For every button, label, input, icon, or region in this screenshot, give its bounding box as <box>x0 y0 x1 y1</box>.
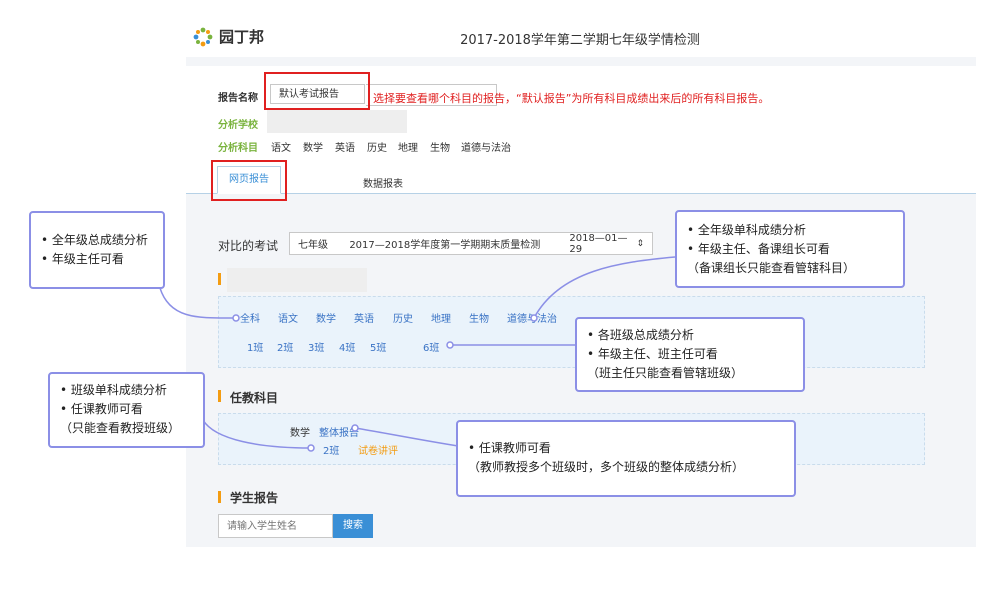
callout-line: （教师教授多个班级时，多个班级的整体成绩分析） <box>468 460 745 474</box>
connector-grade-subject <box>533 256 676 319</box>
callout-line: （班主任只能查看管辖班级） <box>587 366 744 380</box>
callout-line: • 班级单科成绩分析 <box>60 383 167 397</box>
callout-line: • 全年级单科成绩分析 <box>687 223 806 237</box>
callout-line: • 年级主任、班主任可看 <box>587 347 718 361</box>
callout-line: • 任课教师可看 <box>468 441 551 455</box>
callout-teacher: • 任课教师可看 （教师教授多个班级时，多个班级的整体成绩分析） <box>456 420 796 497</box>
callout-class-subject: • 班级单科成绩分析 • 任课教师可看 （只能查看教授班级） <box>48 372 205 448</box>
callout-line: • 年级主任、备课组长可看 <box>687 242 830 256</box>
connector-grade-total <box>159 287 237 319</box>
callout-grade-total: • 全年级总成绩分析 • 年级主任可看 <box>29 211 165 289</box>
callout-line: （只能查看教授班级） <box>60 421 181 435</box>
callout-line: • 年级主任可看 <box>41 252 124 266</box>
connector-class-subject <box>202 419 312 449</box>
connector-teacher <box>354 427 459 447</box>
callout-grade-subject: • 全年级单科成绩分析 • 年级主任、备课组长可看 （备课组长只能查看管辖科目） <box>675 210 905 288</box>
callout-line: • 全年级总成绩分析 <box>41 233 148 247</box>
callout-line: （备课组长只能查看管辖科目） <box>687 261 856 275</box>
callout-class-total: • 各班级总成绩分析 • 年级主任、班主任可看 （班主任只能查看管辖班级） <box>575 317 805 392</box>
callout-line: • 任课教师可看 <box>60 402 143 416</box>
callout-connectors <box>159 256 676 452</box>
callout-line: • 各班级总成绩分析 <box>587 328 694 342</box>
